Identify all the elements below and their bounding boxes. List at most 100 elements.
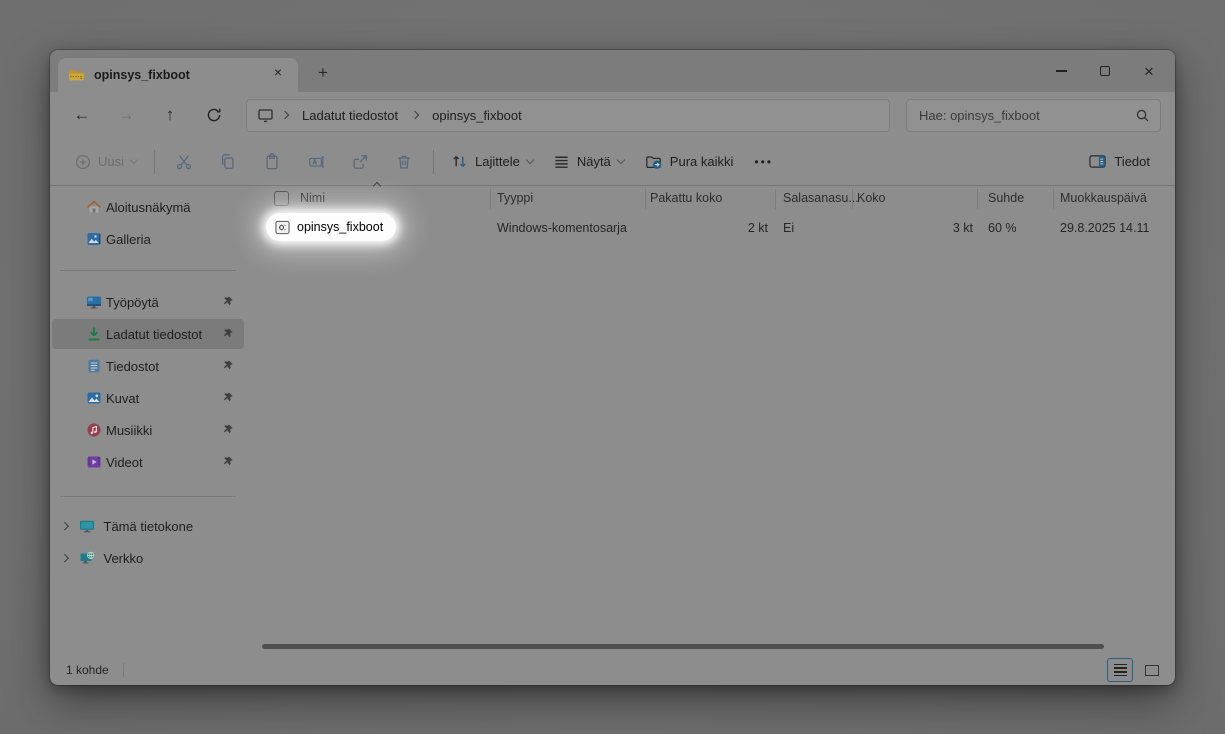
home-icon: [86, 199, 102, 215]
details-pane-icon: [1088, 153, 1107, 170]
navigation-bar: ← → ↑ Ladatut tiedostot opinsys_fixboot …: [50, 92, 1175, 138]
close-button[interactable]: ×: [1127, 50, 1171, 92]
column-header-modified[interactable]: Muokkauspäivä: [1060, 191, 1147, 205]
trash-icon: [395, 153, 413, 171]
breadcrumb-item-downloads[interactable]: Ladatut tiedostot: [296, 105, 404, 126]
up-button[interactable]: ↑: [150, 98, 190, 132]
maximize-button[interactable]: [1083, 50, 1127, 92]
column-header-password[interactable]: Salasanasu...: [783, 191, 859, 205]
column-header-row: Nimi Tyyppi Pakattu koko Salasanasu... K…: [246, 186, 1175, 212]
column-divider[interactable]: [977, 189, 978, 209]
pin-icon: [221, 327, 234, 340]
view-button[interactable]: Näytä: [544, 144, 633, 180]
sidebar-item-documents[interactable]: Tiedostot: [52, 351, 244, 381]
tab-title: opinsys_fixboot: [94, 68, 259, 82]
details-pane-button[interactable]: Tiedot: [1079, 144, 1159, 180]
desktop-location-icon: [257, 107, 274, 123]
window-controls: ×: [1039, 50, 1171, 92]
column-header-ratio[interactable]: Suhde: [988, 191, 1024, 205]
minimize-button[interactable]: [1039, 50, 1083, 92]
copy-icon: [219, 153, 237, 171]
new-button[interactable]: Uusi: [66, 144, 146, 180]
column-header-name[interactable]: Nimi: [300, 191, 325, 205]
music-icon: [86, 422, 102, 438]
sidebar-item-label: Verkko: [104, 551, 144, 566]
sidebar-item-pictures[interactable]: Kuvat: [52, 383, 244, 413]
column-divider[interactable]: [645, 189, 646, 209]
delete-button[interactable]: [383, 144, 425, 180]
sidebar-item-downloads[interactable]: Ladatut tiedostot: [52, 319, 244, 349]
column-header-type[interactable]: Tyyppi: [497, 191, 533, 205]
command-toolbar: Uusi: [50, 138, 1175, 186]
pin-icon: [221, 455, 234, 468]
pin-icon: [221, 359, 234, 372]
downloads-icon: [86, 326, 102, 342]
column-header-packed[interactable]: Pakattu koko: [650, 191, 722, 205]
explorer-tab[interactable]: opinsys_fixboot ×: [58, 58, 298, 92]
expand-chevron-icon[interactable]: [61, 554, 69, 562]
expand-chevron-icon[interactable]: [61, 522, 69, 530]
breadcrumb[interactable]: Ladatut tiedostot opinsys_fixboot: [246, 99, 890, 132]
cut-button[interactable]: [163, 144, 205, 180]
breadcrumb-item-current[interactable]: opinsys_fixboot: [426, 105, 528, 126]
batch-file-icon: [275, 220, 290, 235]
breadcrumb-chevron-icon: [411, 111, 419, 119]
file-type: Windows-komentosarja: [497, 221, 627, 235]
file-explorer-window: opinsys_fixboot × + × ← → ↑ Ladatut tied…: [50, 50, 1175, 685]
highlighted-file-name[interactable]: opinsys_fixboot: [266, 213, 396, 241]
share-icon: [351, 153, 369, 171]
sidebar-item-home[interactable]: Aloitusnäkymä: [52, 192, 244, 222]
file-ratio: 60 %: [988, 221, 1017, 235]
videos-icon: [86, 454, 102, 470]
details-view-toggle[interactable]: [1107, 658, 1133, 682]
back-button[interactable]: ←: [62, 98, 102, 132]
tab-close-icon[interactable]: ×: [268, 65, 288, 85]
search-input[interactable]: Hae: opinsys_fixboot: [906, 99, 1161, 132]
file-row[interactable]: opinsys_fixboot Windows-komentosarja 2 k…: [246, 212, 1175, 244]
close-icon: ×: [1144, 63, 1154, 80]
large-icons-view-icon: [1145, 665, 1159, 676]
file-list-area: Nimi Tyyppi Pakattu koko Salasanasu... K…: [246, 186, 1175, 655]
sidebar-item-this-pc[interactable]: Tämä tietokone: [52, 511, 244, 541]
forward-button[interactable]: →: [106, 98, 146, 132]
sidebar-item-label: Tämä tietokone: [104, 519, 194, 534]
sidebar-item-label: Tiedostot: [106, 359, 159, 374]
status-bar: 1 kohde: [50, 655, 1175, 685]
column-divider[interactable]: [852, 189, 853, 209]
refresh-button[interactable]: [194, 98, 234, 132]
large-icons-view-toggle[interactable]: [1139, 658, 1165, 682]
paste-button[interactable]: [251, 144, 293, 180]
horizontal-scrollbar[interactable]: [262, 644, 1104, 649]
zip-folder-icon: [68, 67, 85, 84]
sort-button[interactable]: Lajittele: [442, 144, 542, 180]
sidebar-item-videos[interactable]: Videot: [52, 447, 244, 477]
sort-icon: [451, 153, 468, 170]
new-tab-button[interactable]: +: [310, 60, 336, 86]
maximize-icon: [1100, 66, 1110, 76]
select-all-checkbox[interactable]: [274, 191, 289, 206]
pin-icon: [221, 391, 234, 404]
column-divider[interactable]: [775, 189, 776, 209]
column-divider[interactable]: [490, 189, 491, 209]
extract-all-button[interactable]: Pura kaikki: [635, 144, 743, 180]
sidebar-item-music[interactable]: Musiikki: [52, 415, 244, 445]
sidebar-item-gallery[interactable]: Galleria: [52, 224, 244, 254]
sidebar-item-desktop[interactable]: Työpöytä: [52, 287, 244, 317]
rename-button[interactable]: [295, 144, 337, 180]
pictures-icon: [86, 390, 102, 406]
sidebar-item-network[interactable]: Verkko: [52, 543, 244, 573]
copy-button[interactable]: [207, 144, 249, 180]
extract-icon: [644, 153, 663, 171]
gallery-icon: [86, 231, 102, 247]
search-icon: [1135, 108, 1150, 123]
column-divider[interactable]: [1053, 189, 1054, 209]
share-button[interactable]: [339, 144, 381, 180]
this-pc-icon: [79, 518, 95, 534]
minimize-icon: [1056, 70, 1067, 72]
documents-icon: [86, 358, 102, 374]
column-header-size[interactable]: Koko: [857, 191, 886, 205]
more-options-button[interactable]: •••: [744, 155, 783, 169]
details-view-icon: [1114, 664, 1127, 677]
item-count: 1 kohde: [66, 663, 109, 677]
pin-icon: [221, 423, 234, 436]
